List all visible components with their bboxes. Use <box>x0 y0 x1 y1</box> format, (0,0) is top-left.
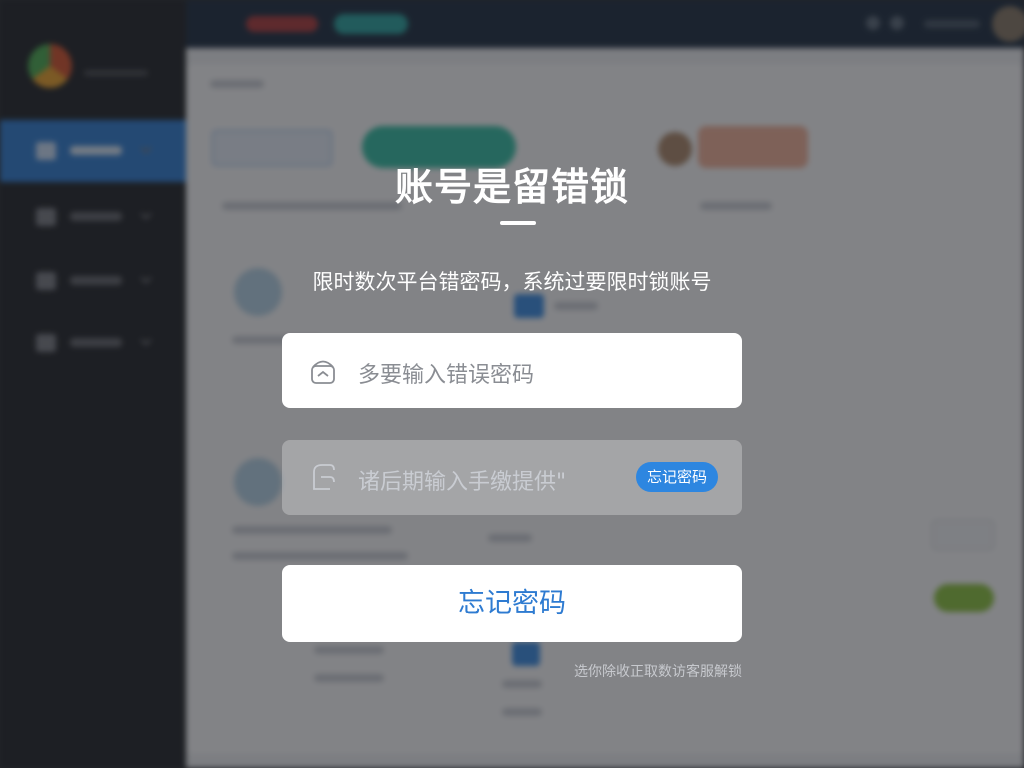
password-field[interactable]: 多要输入错误密码 <box>282 333 742 408</box>
contact-support-note: 选你除收正取数访客服解锁 <box>574 664 742 680</box>
title-underline <box>500 221 536 225</box>
forgot-password-button[interactable]: 忘记密码 <box>282 565 742 642</box>
key-icon <box>313 464 335 490</box>
forgot-password-link[interactable]: 忘记密码 <box>636 462 719 492</box>
dialog-subtitle: 限时数次平台错密码，系统过要限时锁账号 <box>312 270 712 294</box>
password-field-placeholder: 多要输入错误密码 <box>358 363 535 388</box>
dialog-title: 账号是留错锁 <box>394 165 629 209</box>
verification-field-placeholder: 诸后期输入手缴提供" <box>358 470 567 495</box>
verification-field[interactable]: 诸后期输入手缴提供" 忘记密码 <box>282 440 742 515</box>
lock-icon <box>311 360 335 384</box>
